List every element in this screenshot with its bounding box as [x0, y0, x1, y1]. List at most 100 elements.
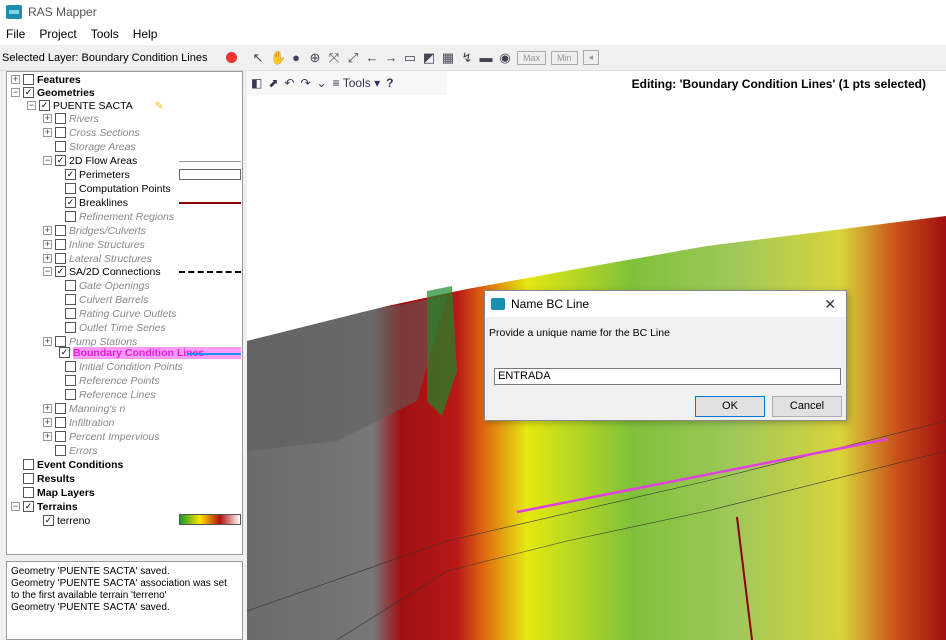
- close-icon[interactable]: ✕: [824, 296, 836, 313]
- forward-arrow-icon[interactable]: →: [384, 50, 398, 65]
- checkbox-unchecked[interactable]: [55, 417, 66, 428]
- bc-line-name-input[interactable]: ENTRADA: [494, 368, 841, 385]
- expand-icon[interactable]: +: [11, 75, 20, 84]
- checkbox-unchecked[interactable]: [65, 280, 76, 291]
- tree-item-mannings-n[interactable]: + Manning's n: [43, 402, 125, 415]
- checkbox-unchecked[interactable]: [55, 127, 66, 138]
- tree-item-reference-points[interactable]: Reference Points: [65, 374, 160, 387]
- tree-item-2d-flow-areas[interactable]: − ✓ 2D Flow Areas: [43, 154, 137, 167]
- checkbox-unchecked[interactable]: [55, 253, 66, 264]
- menu-help[interactable]: Help: [133, 27, 158, 41]
- menu-tools[interactable]: Tools: [91, 27, 119, 41]
- pencil-edit-icon[interactable]: ✎: [155, 100, 164, 112]
- pan-hand-icon[interactable]: ✋: [270, 50, 286, 65]
- checkbox-unchecked[interactable]: [65, 183, 76, 194]
- zoom-in-icon[interactable]: ⊕: [308, 50, 322, 65]
- tree-item-boundary-condition-lines[interactable]: ✓ Boundary Condition Lines: [59, 346, 204, 359]
- select-tool-icon[interactable]: ◧: [251, 76, 262, 90]
- tree-item-results[interactable]: Results: [23, 472, 75, 485]
- tree-item-event-conditions[interactable]: Event Conditions: [23, 458, 123, 471]
- pointer-icon[interactable]: ↖: [251, 50, 265, 65]
- tree-item-geometries[interactable]: − ✓ Geometries: [11, 86, 95, 99]
- expand-icon[interactable]: +: [43, 226, 52, 235]
- max-button[interactable]: Max: [517, 50, 547, 65]
- step-back-button[interactable]: ◂: [582, 50, 600, 65]
- tools-dropdown[interactable]: ≡ Tools ▾: [333, 76, 381, 90]
- expand-icon[interactable]: +: [43, 337, 52, 346]
- collapse-icon[interactable]: −: [11, 88, 20, 97]
- add-point-icon[interactable]: ⬈: [268, 76, 278, 90]
- checkbox-checked[interactable]: ✓: [65, 197, 76, 208]
- tree-item-cross-sections[interactable]: + Cross Sections: [43, 126, 140, 139]
- tree-item-initial-condition-points[interactable]: Initial Condition Points: [65, 360, 183, 373]
- expand-icon[interactable]: +: [43, 432, 52, 441]
- checkbox-unchecked[interactable]: [65, 294, 76, 305]
- checkbox-checked[interactable]: ✓: [23, 501, 34, 512]
- tree-item-terrains[interactable]: − ✓ Terrains: [11, 500, 78, 513]
- tree-item-gate-openings[interactable]: Gate Openings: [65, 279, 150, 292]
- tree-item-rating-curve-outlets[interactable]: Rating Curve Outlets: [65, 307, 176, 320]
- ok-button[interactable]: OK: [695, 396, 765, 417]
- menu-project[interactable]: Project: [39, 27, 76, 41]
- checkbox-unchecked[interactable]: [23, 473, 34, 484]
- tree-item-inline-structures[interactable]: + Inline Structures: [43, 238, 145, 251]
- checkbox-unchecked[interactable]: [55, 445, 66, 456]
- checkbox-unchecked[interactable]: [65, 322, 76, 333]
- raster-icon[interactable]: ▦: [441, 50, 455, 65]
- tree-item-reference-lines[interactable]: Reference Lines: [65, 388, 155, 401]
- tree-item-infiltration[interactable]: + Infiltration: [43, 416, 115, 429]
- checkbox-unchecked[interactable]: [65, 361, 76, 372]
- zoom-extent-icon[interactable]: ⤧: [327, 50, 341, 65]
- checkbox-unchecked[interactable]: [55, 403, 66, 414]
- tree-item-culvert-barrels[interactable]: Culvert Barrels: [65, 293, 148, 306]
- expand-icon[interactable]: +: [43, 404, 52, 413]
- terrain-icon[interactable]: ▬: [479, 50, 493, 65]
- tree-item-bridges-culverts[interactable]: + Bridges/Culverts: [43, 224, 146, 237]
- database-icon[interactable]: ◉: [498, 50, 512, 65]
- tree-item-errors[interactable]: Errors: [55, 444, 98, 457]
- expand-icon[interactable]: +: [43, 114, 52, 123]
- tree-item-lateral-structures[interactable]: + Lateral Structures: [43, 252, 152, 265]
- back-arrow-icon[interactable]: ←: [365, 50, 379, 65]
- tree-item-storage-areas[interactable]: Storage Areas: [55, 140, 136, 153]
- expand-icon[interactable]: +: [43, 418, 52, 427]
- tree-item-rivers[interactable]: + Rivers: [43, 112, 99, 125]
- tree-item-sa-2d-connections[interactable]: − ✓ SA/2D Connections: [43, 265, 161, 278]
- tree-item-refinement-regions[interactable]: Refinement Regions: [65, 210, 174, 223]
- collapse-icon[interactable]: −: [11, 502, 20, 511]
- profile-icon[interactable]: ◩: [422, 50, 436, 65]
- tree-item-puente-sacta[interactable]: − ✓ PUENTE SACTA ✎: [27, 99, 164, 112]
- collapse-icon[interactable]: −: [27, 101, 36, 110]
- tree-item-percent-impervious[interactable]: + Percent Impervious: [43, 430, 159, 443]
- checkbox-unchecked[interactable]: [55, 225, 66, 236]
- checkbox-unchecked[interactable]: [55, 141, 66, 152]
- checkbox-checked[interactable]: ✓: [43, 515, 54, 526]
- checkbox-unchecked[interactable]: [55, 239, 66, 250]
- checkbox-unchecked[interactable]: [23, 74, 34, 85]
- zoom-full-icon[interactable]: ⤢: [346, 50, 360, 65]
- checkbox-unchecked[interactable]: [65, 389, 76, 400]
- undo-icon[interactable]: ↶: [284, 76, 294, 90]
- draw-line-icon[interactable]: ⌄: [317, 76, 327, 90]
- checkbox-unchecked[interactable]: [55, 113, 66, 124]
- checkbox-checked[interactable]: ✓: [55, 266, 66, 277]
- checkbox-unchecked[interactable]: [55, 431, 66, 442]
- globe-icon[interactable]: ●: [289, 50, 303, 65]
- redo-icon[interactable]: ↷: [300, 76, 310, 90]
- flow-icon[interactable]: ↯: [460, 50, 474, 65]
- checkbox-unchecked[interactable]: [23, 459, 34, 470]
- tree-item-features[interactable]: + Features: [11, 73, 81, 86]
- min-button[interactable]: Min: [551, 50, 578, 65]
- checkbox-checked[interactable]: ✓: [65, 169, 76, 180]
- checkbox-unchecked[interactable]: [65, 308, 76, 319]
- checkbox-unchecked[interactable]: [65, 211, 76, 222]
- checkbox-checked[interactable]: ✓: [23, 87, 34, 98]
- tree-item-computation-points[interactable]: Computation Points: [65, 182, 171, 195]
- tree-item-perimeters[interactable]: ✓ Perimeters: [65, 168, 130, 181]
- expand-icon[interactable]: +: [43, 128, 52, 137]
- tree-item-outlet-time-series[interactable]: Outlet Time Series: [65, 321, 166, 334]
- checkbox-unchecked[interactable]: [23, 487, 34, 498]
- tree-item-breaklines[interactable]: ✓ Breaklines: [65, 196, 128, 209]
- tree-item-map-layers[interactable]: Map Layers: [23, 486, 95, 499]
- expand-icon[interactable]: +: [43, 240, 52, 249]
